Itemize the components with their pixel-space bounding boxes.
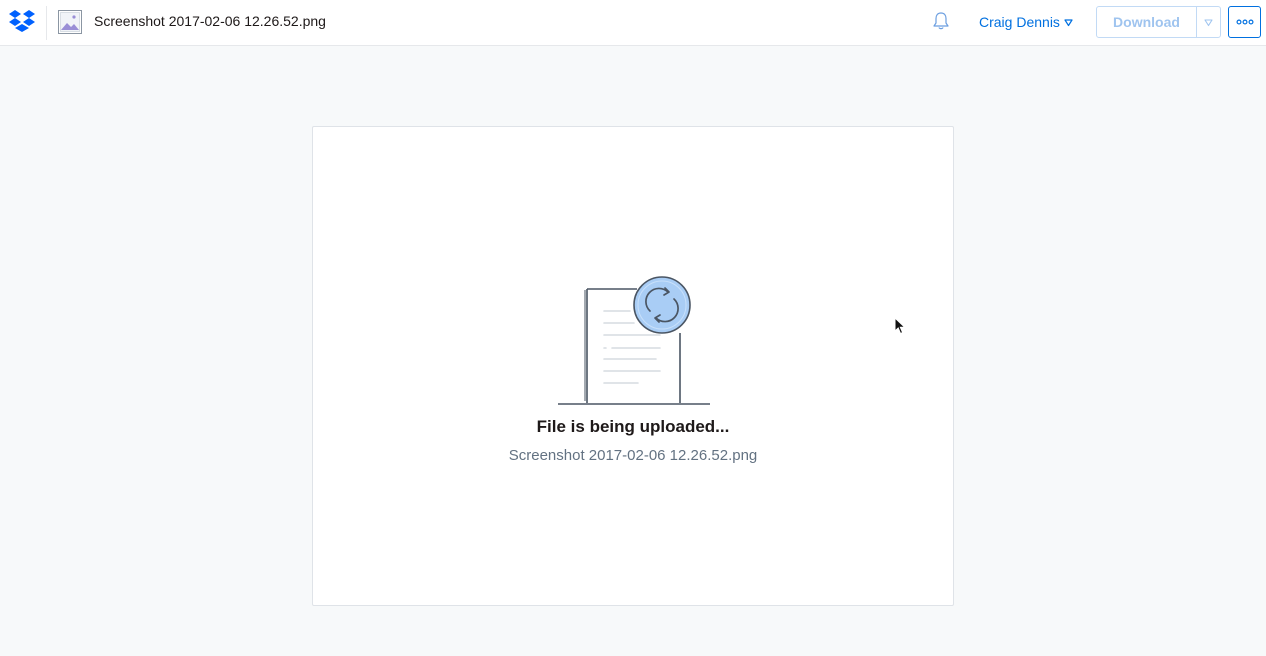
file-name-title: Screenshot 2017-02-06 12.26.52.png xyxy=(94,13,326,29)
header-divider xyxy=(46,6,47,40)
top-bar: Screenshot 2017-02-06 12.26.52.png Craig… xyxy=(0,0,1266,46)
bell-icon[interactable] xyxy=(932,11,950,31)
chevron-down-icon xyxy=(1064,18,1073,26)
mouse-pointer-icon xyxy=(894,317,906,335)
more-options-button[interactable] xyxy=(1228,6,1261,38)
upload-file-name: Screenshot 2017-02-06 12.26.52.png xyxy=(508,447,758,464)
download-button[interactable]: Download xyxy=(1096,6,1197,38)
download-options-button[interactable] xyxy=(1196,6,1221,38)
upload-status-title: File is being uploaded... xyxy=(536,417,730,436)
upload-sync-icon xyxy=(558,276,710,405)
more-options-icon xyxy=(1236,19,1254,25)
user-menu[interactable]: Craig Dennis xyxy=(979,14,1073,30)
dropbox-logo-icon[interactable] xyxy=(8,9,36,35)
chevron-down-icon xyxy=(1204,18,1213,26)
user-name: Craig Dennis xyxy=(979,14,1060,30)
file-preview-card: File is being uploaded... Screenshot 201… xyxy=(312,126,954,606)
image-file-icon xyxy=(58,10,82,34)
